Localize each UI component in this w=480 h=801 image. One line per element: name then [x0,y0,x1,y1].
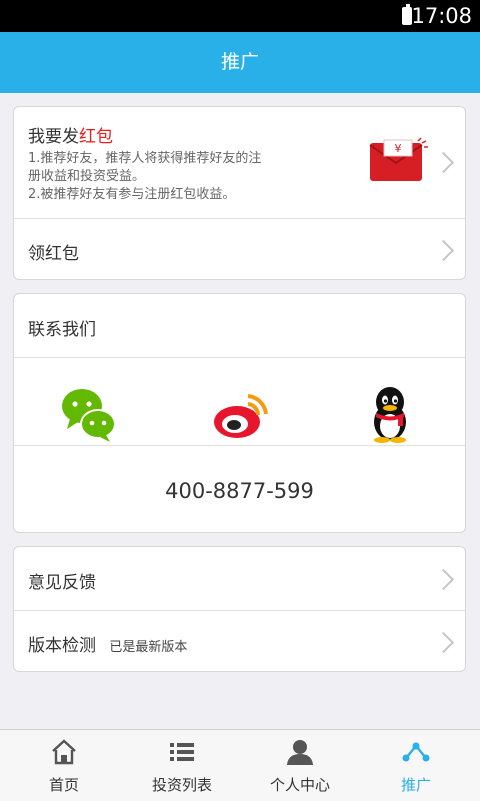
social-row [14,358,465,446]
send-redpacket-title: 我要发红包 [28,127,113,147]
qq-icon[interactable] [360,384,420,444]
phone-number[interactable]: 400-8877-599 [14,479,465,503]
tab-home[interactable]: 首页 [4,730,124,801]
red-packet-icon: ¥ [369,137,428,181]
share-icon [402,742,430,762]
chevron-right-icon [432,151,455,174]
version-check-row[interactable]: 版本检测 已是最新版本 [14,611,465,673]
receive-redpacket-label: 领红包 [28,244,79,264]
contact-header: 联系我们 [14,294,465,358]
version-status: 已是最新版本 [109,640,188,655]
chevron-right-icon [432,631,455,654]
wechat-icon[interactable] [58,384,118,444]
contact-card: 联系我们 400-8877-599 [13,293,466,533]
promo-description: 1.推荐好友，推荐人将获得推荐好友的注 册收益和投资受益。 2.被推荐好友有参与… [28,151,262,202]
settings-card: 意见反馈 版本检测 已是最新版本 [13,546,466,672]
redpacket-highlight: 红包 [79,127,113,147]
svg-text:¥: ¥ [395,142,402,155]
phone-row[interactable]: 400-8877-599 [14,446,465,534]
tab-personal-center[interactable]: 个人中心 [240,730,360,801]
send-redpacket-row[interactable]: 我要发红包 1.推荐好友，推荐人将获得推荐好友的注 册收益和投资受益。 2.被推… [14,107,465,219]
tab-invest-list[interactable]: 投资列表 [122,730,242,801]
tab-invest-list-label: 投资列表 [151,776,212,794]
page-title: 推广 [0,32,480,93]
bottom-tab-bar: 首页 投资列表 个人中心 推广 [0,729,480,801]
contact-title: 联系我们 [28,320,96,340]
promo-card: 我要发红包 1.推荐好友，推荐人将获得推荐好友的注 册收益和投资受益。 2.被推… [13,106,466,280]
chevron-right-icon [432,568,455,591]
tab-home-label: 首页 [48,776,79,794]
list-icon [170,743,194,761]
feedback-label: 意见反馈 [28,573,96,593]
user-icon [287,740,313,765]
version-check-label: 版本检测 已是最新版本 [28,636,188,656]
chevron-right-icon [432,239,455,262]
receive-redpacket-row[interactable]: 领红包 [14,219,465,281]
status-time: 17:08 [411,4,472,28]
feedback-row[interactable]: 意见反馈 [14,547,465,611]
tab-promotion[interactable]: 推广 [356,730,476,801]
home-icon [52,739,76,765]
tab-promotion-label: 推广 [400,776,431,794]
weibo-icon[interactable] [210,384,270,444]
tab-personal-center-label: 个人中心 [269,776,330,794]
status-bar: 17:08 [0,0,480,32]
